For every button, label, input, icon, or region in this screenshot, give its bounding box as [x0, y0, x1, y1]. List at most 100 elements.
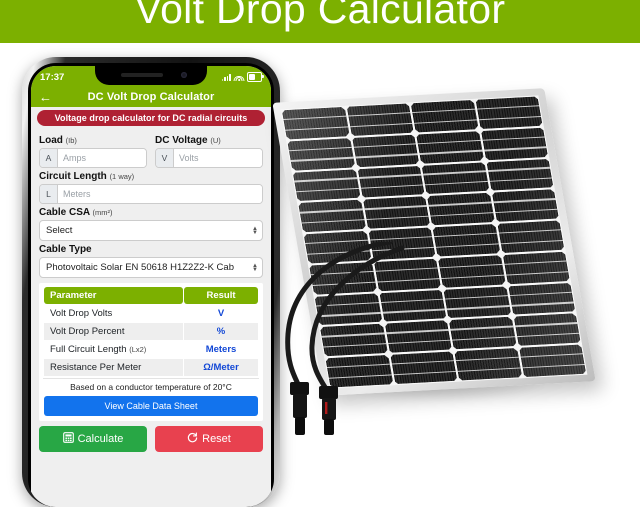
result-value: % — [184, 323, 258, 340]
length-label-text: Circuit Length — [39, 171, 107, 182]
load-input[interactable]: Amps — [58, 149, 146, 167]
csa-select-value: Select — [46, 225, 73, 236]
length-label-unit: (1 way) — [109, 172, 135, 181]
solar-cell — [502, 252, 569, 284]
load-label-unit: (Ib) — [65, 136, 77, 145]
load-label-text: Load — [39, 135, 63, 146]
solar-cell — [508, 283, 575, 315]
solar-cell — [491, 190, 558, 222]
solar-cell — [363, 196, 430, 228]
result-parameter: Resistance Per Meter — [44, 359, 183, 376]
solar-cell — [416, 131, 483, 163]
voltage-label-unit: (U) — [210, 136, 221, 145]
wifi-icon — [233, 73, 245, 81]
phone-screen: 17:37 ← DC Volt Drop Calculator Voltage … — [31, 66, 271, 507]
phone-mockup: 17:37 ← DC Volt Drop Calculator Voltage … — [22, 57, 280, 507]
voltage-field-group: DC Voltage (U) V Volts — [155, 132, 263, 168]
view-cable-data-sheet-button[interactable]: View Cable Data Sheet — [44, 396, 258, 416]
length-label: Circuit Length (1 way) — [39, 171, 263, 182]
voltage-input-group[interactable]: V Volts — [155, 148, 263, 168]
result-parameter: Volt Drop Volts — [44, 305, 183, 322]
result-parameter-text: Full Circuit Length — [50, 344, 127, 355]
table-row: Volt Drop Volts V — [44, 305, 258, 322]
page-title-banner: Volt Drop Calculator — [0, 0, 640, 43]
status-time: 17:37 — [40, 71, 65, 83]
voltage-label-text: DC Voltage — [155, 135, 208, 146]
solar-cell — [298, 200, 365, 232]
result-parameter: Full Circuit Length (Lx2) — [44, 341, 183, 358]
csa-select[interactable]: Select ▲ ▼ — [39, 220, 263, 241]
result-value: Ω/Meter — [184, 359, 258, 376]
solar-cell — [497, 221, 564, 253]
calculator-form: Load (Ib) A Amps DC Voltage (U) V Volts … — [31, 128, 271, 421]
load-label: Load (Ib) — [39, 135, 147, 146]
result-value: V — [184, 305, 258, 322]
results-card: Parameter Result Volt Drop Volts V Volt … — [39, 283, 263, 421]
notice-banner: Voltage drop calculator for DC radial ci… — [37, 110, 265, 126]
cable-type-select[interactable]: Photovoltaic Solar EN 50618 H1Z2Z2-K Cab… — [39, 257, 263, 278]
mc4-connector-negative — [290, 382, 309, 435]
earpiece-speaker-icon — [121, 73, 163, 77]
solar-cell — [282, 107, 349, 139]
solar-panel-illustration — [272, 62, 640, 462]
table-row: Full Circuit Length (Lx2) Meters — [44, 341, 258, 358]
refresh-icon — [187, 432, 198, 446]
voltage-label: DC Voltage (U) — [155, 135, 263, 146]
page-title: Volt Drop Calculator — [134, 0, 506, 32]
result-parameter-sub: (Lx2) — [129, 345, 147, 354]
solar-cell — [411, 100, 478, 132]
solar-cell — [486, 158, 553, 190]
signal-bars-icon — [221, 73, 231, 81]
temperature-note: Based on a conductor temperature of 20°C — [43, 378, 259, 396]
phone-notch — [95, 66, 207, 85]
solar-cell — [357, 165, 424, 197]
phone-bezel: 17:37 ← DC Volt Drop Calculator Voltage … — [28, 63, 274, 507]
load-field-group: Load (Ib) A Amps — [39, 132, 147, 168]
solar-cell — [454, 348, 521, 380]
solar-cell — [481, 127, 548, 159]
app-bar: ← DC Volt Drop Calculator — [31, 87, 271, 107]
results-table: Parameter Result Volt Drop Volts V Volt … — [43, 286, 259, 377]
results-header-parameter: Parameter — [44, 287, 183, 304]
solar-cell — [287, 138, 354, 170]
chevron-updown-icon: ▲ ▼ — [252, 225, 258, 236]
voltage-input[interactable]: Volts — [174, 149, 262, 167]
csa-label-text: Cable CSA — [39, 207, 90, 218]
length-input[interactable]: Meters — [58, 185, 262, 203]
csa-label-unit: (mm²) — [92, 208, 113, 217]
solar-cell — [432, 224, 499, 256]
action-bar: Calculate Reset — [31, 421, 271, 460]
result-value: Meters — [184, 341, 258, 358]
csa-label: Cable CSA (mm²) — [39, 207, 263, 218]
reset-button-label: Reset — [202, 433, 231, 445]
table-row: Resistance Per Meter Ω/Meter — [44, 359, 258, 376]
cable-type-select-value: Photovoltaic Solar EN 50618 H1Z2Z2-K Cab — [46, 262, 234, 273]
solar-cell — [427, 193, 494, 225]
arrow-left-icon[interactable]: ← — [39, 91, 52, 104]
solar-cell — [519, 345, 586, 377]
solar-cell — [475, 96, 542, 128]
status-icons — [221, 72, 264, 82]
calculate-button[interactable]: Calculate — [39, 426, 147, 452]
front-camera-icon — [181, 72, 187, 78]
solar-cell — [443, 286, 510, 318]
calculator-icon — [62, 432, 74, 446]
solar-cell — [293, 169, 360, 201]
cable-type-label-text: Cable Type — [39, 244, 92, 255]
length-prefix: L — [40, 185, 58, 203]
reset-button[interactable]: Reset — [155, 426, 263, 452]
solar-cell — [513, 314, 580, 346]
mc4-cables — [285, 242, 405, 435]
app-bar-title: DC Volt Drop Calculator — [87, 91, 215, 103]
solar-cell — [346, 103, 413, 135]
calculate-button-label: Calculate — [77, 433, 124, 445]
result-parameter: Volt Drop Percent — [44, 323, 183, 340]
results-header-row: Parameter Result — [44, 287, 258, 304]
load-input-group[interactable]: A Amps — [39, 148, 147, 168]
length-input-group[interactable]: L Meters — [39, 184, 263, 204]
solar-cell — [438, 255, 505, 287]
voltage-prefix: V — [156, 149, 174, 167]
length-field-group: Circuit Length (1 way) L Meters — [39, 171, 263, 204]
csa-field-group: Cable CSA (mm²) Select ▲ ▼ — [39, 207, 263, 241]
table-row: Volt Drop Percent % — [44, 323, 258, 340]
